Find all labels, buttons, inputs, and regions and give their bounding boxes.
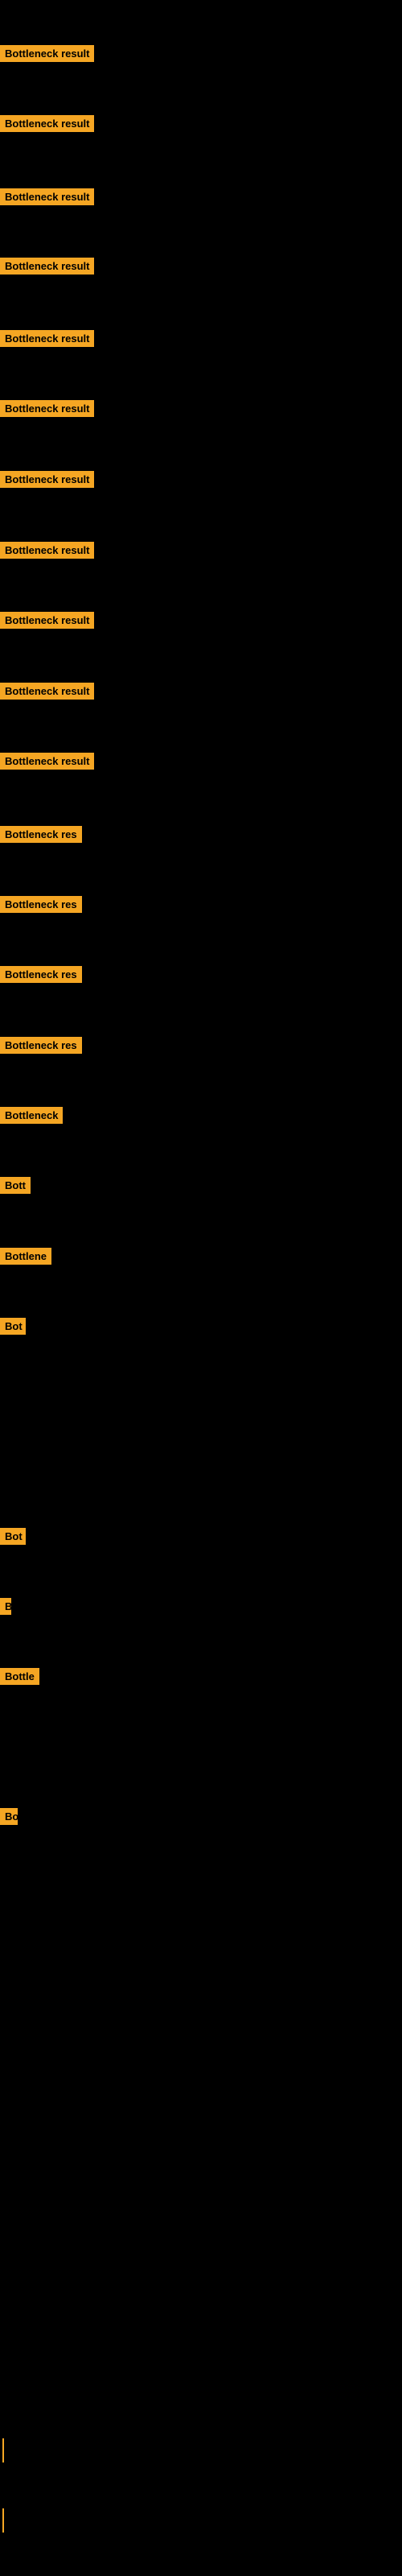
bottleneck-result-label: Bottleneck result <box>0 115 94 132</box>
bottleneck-result-label: Bott <box>0 1177 31 1194</box>
bottleneck-result-label: Bot <box>0 1318 26 1335</box>
bottleneck-result-label: Bottleneck result <box>0 612 94 629</box>
bottleneck-result-label: Bottleneck result <box>0 471 94 488</box>
bottleneck-result-label: Bottleneck result <box>0 542 94 559</box>
indicator-line <box>2 2508 4 2533</box>
bottleneck-result-label: Bottleneck res <box>0 966 82 983</box>
bottleneck-result-label: Bottleneck res <box>0 896 82 913</box>
bottleneck-result-label: Bottleneck result <box>0 683 94 700</box>
bottleneck-result-label: Bottlene <box>0 1248 51 1265</box>
bottleneck-result-label: Bo <box>0 1808 18 1825</box>
bottleneck-result-label: Bot <box>0 1528 26 1545</box>
bottleneck-result-label: Bottleneck result <box>0 330 94 347</box>
bottleneck-result-label: Bottleneck result <box>0 188 94 205</box>
bottleneck-result-label: Bottleneck res <box>0 826 82 843</box>
bottleneck-result-label: Bottleneck res <box>0 1037 82 1054</box>
indicator-line <box>2 2438 4 2462</box>
bottleneck-result-label: Bottleneck result <box>0 400 94 417</box>
bottleneck-result-label: Bottle <box>0 1668 39 1685</box>
bottleneck-result-label: B <box>0 1598 11 1615</box>
bottleneck-result-label: Bottleneck result <box>0 45 94 62</box>
bottleneck-result-label: Bottleneck <box>0 1107 63 1124</box>
site-title <box>0 2 402 8</box>
bottleneck-result-label: Bottleneck result <box>0 753 94 770</box>
bottleneck-result-label: Bottleneck result <box>0 258 94 275</box>
